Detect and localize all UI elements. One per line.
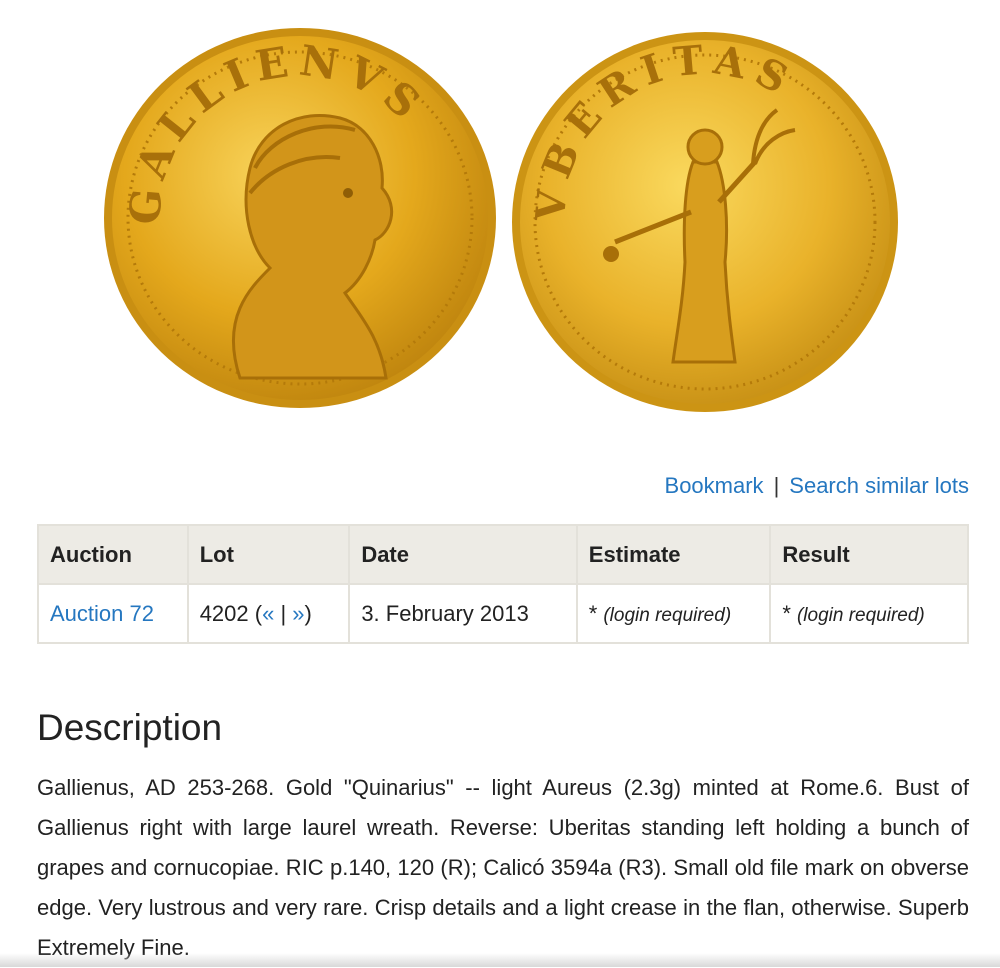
cell-auction: Auction 72	[37, 583, 189, 644]
result-star: *	[782, 600, 791, 626]
cell-result: * (login required)	[769, 583, 969, 644]
cell-estimate: * (login required)	[575, 583, 772, 644]
header-lot: Lot	[186, 524, 351, 585]
lot-open-paren: (	[248, 600, 263, 626]
description-heading: Description	[37, 707, 223, 748]
header-auction: Auction	[37, 524, 189, 585]
cell-date: 3. February 2013	[348, 583, 578, 644]
coin-images: GALLIENVS VBERITAS	[0, 0, 1000, 440]
table-row: Auction 72 4202 (« | ») 3. February 2013…	[37, 583, 969, 644]
lot-close-paren: )	[304, 600, 312, 626]
actions-separator: |	[773, 473, 780, 498]
description-text: Gallienus, AD 253-268. Gold "Quinarius" …	[37, 775, 969, 960]
coin-obverse-image: GALLIENVS	[104, 28, 496, 408]
previous-lot-link[interactable]: «	[262, 601, 274, 626]
bookmark-link[interactable]: Bookmark	[665, 473, 764, 498]
next-lot-link[interactable]: »	[292, 601, 304, 626]
lot-number: 4202	[199, 600, 249, 626]
result-login-note: (login required)	[796, 604, 925, 626]
header-estimate: Estimate	[575, 524, 772, 585]
header-result: Result	[769, 524, 969, 585]
table-header-row: Auction Lot Date Estimate Result	[37, 524, 969, 585]
search-similar-lots-link[interactable]: Search similar lots	[789, 473, 969, 498]
estimate-login-note: (login required)	[603, 604, 732, 626]
lot-info-table: Auction Lot Date Estimate Result Auction…	[37, 524, 969, 644]
estimate-star: *	[588, 600, 598, 626]
cell-lot: 4202 (« | »)	[186, 583, 351, 644]
page-bottom-edge	[0, 953, 1000, 967]
auction-link[interactable]: Auction 72	[50, 601, 154, 626]
lot-nav-separator: |	[274, 600, 293, 626]
lot-actions: Bookmark | Search similar lots	[665, 472, 969, 500]
coin-reverse-image: VBERITAS	[512, 32, 898, 412]
header-date: Date	[348, 524, 578, 585]
